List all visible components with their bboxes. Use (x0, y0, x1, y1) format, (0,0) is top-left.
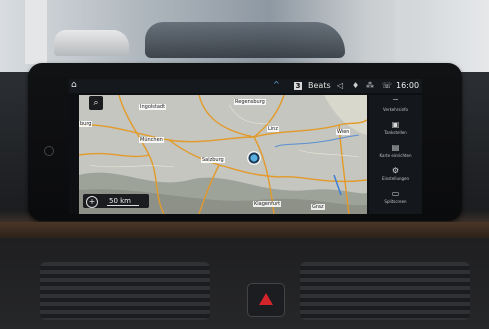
magnifier-icon[interactable]: ⌕ (89, 96, 103, 110)
side-menu-label: Verkehrsinfo (383, 107, 408, 112)
background-car (54, 30, 129, 56)
map-city-label: München (139, 137, 164, 143)
status-bar: ⌂ ^ 3 Beats ◁ ♦ ⁂ ☏ 16:00 (69, 79, 422, 93)
side-menu-label: Karte einrichten (379, 153, 412, 158)
hazard-button[interactable] (247, 283, 285, 317)
scale-bar (107, 205, 139, 206)
side-menu-item-splitscreen[interactable]: ▭ Splitscreen (369, 189, 422, 211)
side-menu: ⌔ Verkehrsinfo ▣ Tankstellen ▤ Karte ein… (369, 95, 422, 214)
side-menu-item-settings[interactable]: ⚙ Einstellungen (369, 166, 422, 188)
background-pillar (25, 0, 47, 64)
background-pillar (395, 0, 411, 64)
current-position-marker (247, 151, 261, 165)
gear-icon: ⚙ (391, 166, 400, 175)
side-menu-item-traffic[interactable]: ⌔ Verkehrsinfo (369, 97, 422, 119)
map-city-label: Linz (267, 126, 279, 132)
zoom-in-icon[interactable]: + (86, 196, 98, 208)
map-city-label: Klagenfurt (253, 201, 282, 207)
map-city-label: Regensburg (234, 99, 266, 105)
side-menu-label: Tankstellen (384, 130, 407, 135)
wood-trim (0, 222, 489, 238)
air-vent[interactable] (300, 262, 470, 320)
map-scale-control[interactable]: + 50 km (83, 194, 149, 208)
clock: 16:00 (396, 81, 420, 90)
network-icon: ⁂ (366, 81, 374, 90)
audio-source[interactable]: Beats (308, 80, 331, 91)
traffic-icon: ⌔ (391, 97, 400, 106)
microphone-icon: ♦ (352, 81, 360, 90)
preset-badge: 3 (294, 82, 302, 90)
home-icon[interactable]: ⌂ (71, 80, 81, 90)
side-menu-item-map-settings[interactable]: ▤ Karte einrichten (369, 143, 422, 165)
phone-icon: ☏ (382, 81, 393, 90)
air-vent[interactable] (40, 262, 210, 320)
map-city-label: burg (79, 121, 93, 127)
chevron-up-icon[interactable]: ^ (273, 79, 280, 91)
map-city-label: Salzburg (201, 157, 225, 163)
split-screen-icon: ▭ (391, 189, 400, 198)
map-settings-icon: ▤ (391, 143, 400, 152)
side-menu-label: Splitscreen (384, 199, 407, 204)
map-city-label: Wien (336, 129, 351, 135)
fuel-icon: ▣ (391, 120, 400, 129)
bezel-button[interactable] (44, 146, 54, 156)
side-menu-label: Einstellungen (381, 176, 410, 181)
map-city-label: Graz (311, 204, 325, 210)
hazard-icon (259, 293, 273, 305)
map-city-label: Ingolstadt (139, 104, 167, 110)
speaker-icon: ◁ (337, 81, 344, 90)
side-menu-item-fuel[interactable]: ▣ Tankstellen (369, 120, 422, 142)
infotainment-screen: ⌂ ^ 3 Beats ◁ ♦ ⁂ ☏ 16:00 Ingolstadt Reg… (69, 79, 422, 214)
background-car (145, 22, 345, 58)
car-dashboard-scene: ⌂ ^ 3 Beats ◁ ♦ ⁂ ☏ 16:00 Ingolstadt Reg… (0, 0, 489, 329)
